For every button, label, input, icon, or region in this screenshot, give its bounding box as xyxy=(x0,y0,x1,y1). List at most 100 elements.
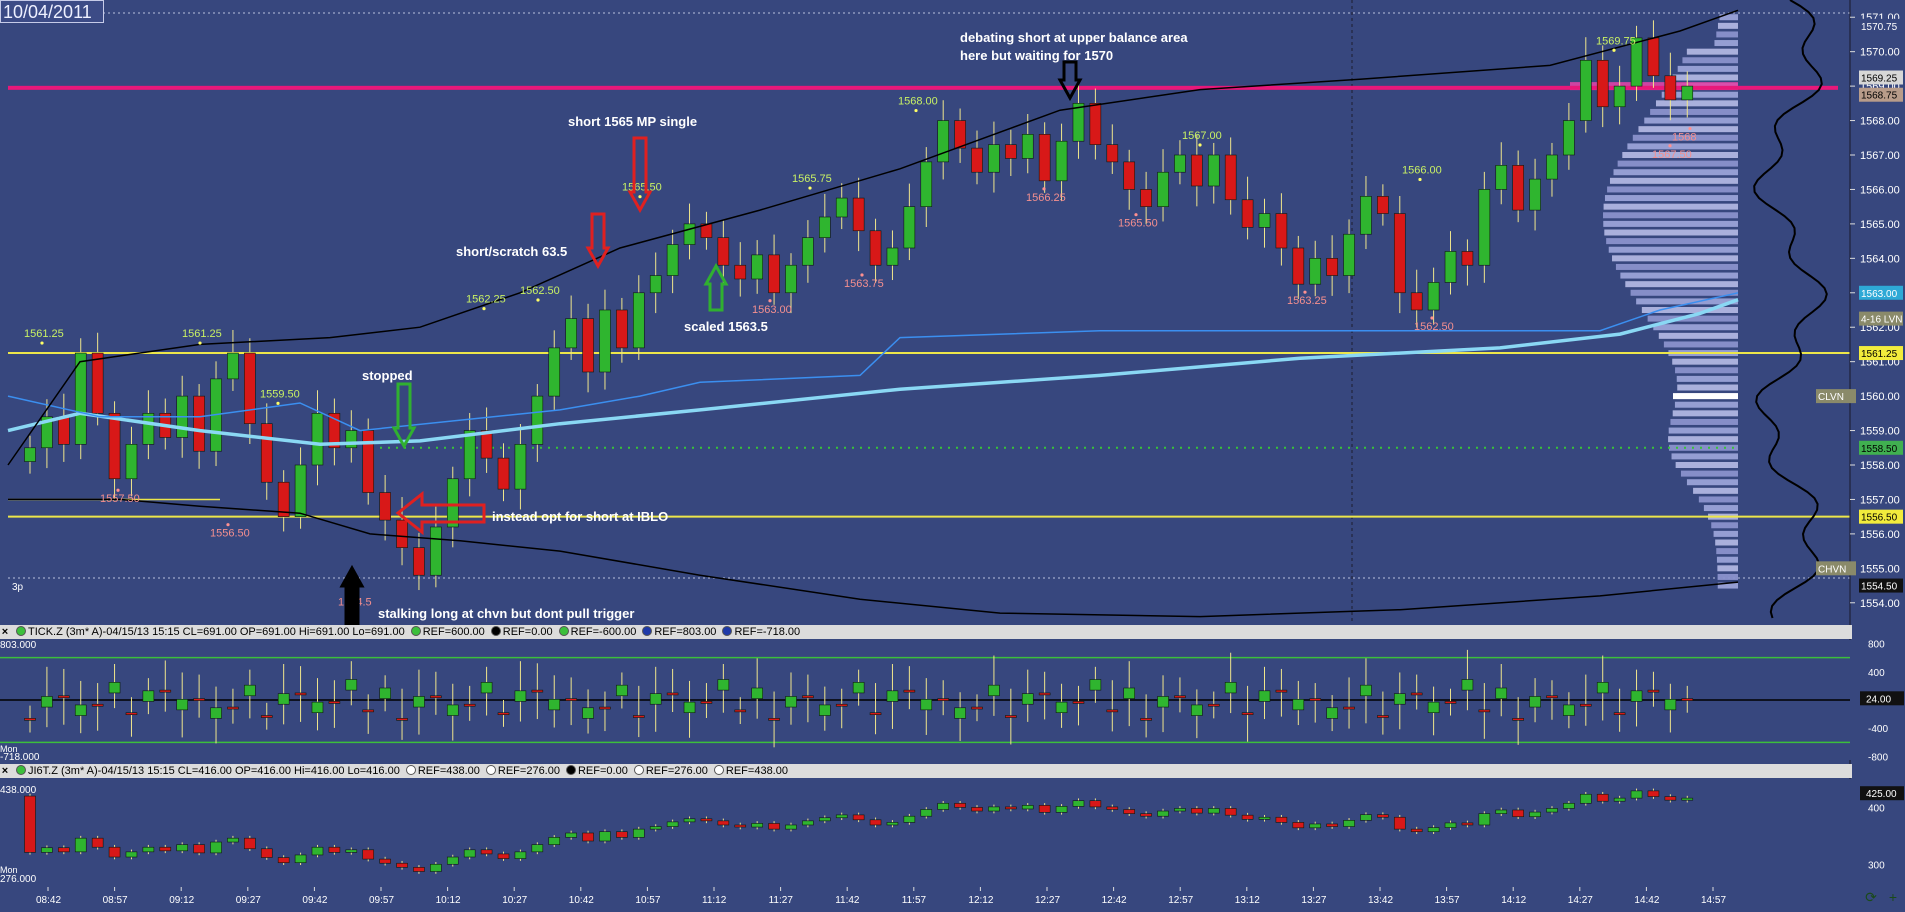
ji6t-candle xyxy=(1258,816,1271,820)
tick-candle xyxy=(1021,693,1034,705)
ji6t-candle xyxy=(108,846,121,858)
indicator-dot-icon xyxy=(16,626,26,636)
tick-candle xyxy=(1681,698,1694,701)
low-price-label: 1568 xyxy=(1672,132,1696,144)
tick-indicator-header[interactable]: × TICK.Z (3m* A)-04/15/13 15:15 CL=691.00… xyxy=(0,625,1852,639)
volume-profile-bar xyxy=(1606,238,1738,245)
candle-body xyxy=(683,223,696,245)
volume-profile-bar xyxy=(1677,384,1738,391)
time-axis-label: 13:57 xyxy=(1435,895,1460,906)
close-icon[interactable]: × xyxy=(0,625,10,639)
price-axis-label: 1565.00 xyxy=(1860,219,1900,231)
price-tag-label: 1561.25 xyxy=(1861,349,1898,360)
price-axis-label: 1555.00 xyxy=(1860,563,1900,575)
low-marker xyxy=(1042,187,1046,191)
high-marker xyxy=(914,108,918,113)
ji6t-candle xyxy=(852,814,865,821)
ji6t-candle xyxy=(531,844,544,853)
tick-candle xyxy=(1377,715,1389,718)
candle-body xyxy=(988,144,1000,173)
candle-body xyxy=(1207,154,1220,187)
ji6t-candle xyxy=(751,823,763,828)
ref-label: REF=438.00 xyxy=(417,765,480,777)
tick-axis-label: 400 xyxy=(1868,668,1885,679)
price-tag-label: 1568.75 xyxy=(1861,91,1898,102)
volume-profile-bar xyxy=(1672,410,1738,417)
volume-profile-bar xyxy=(1717,565,1738,572)
ref-label: REF=276.00 xyxy=(645,765,708,777)
tick-candle xyxy=(1360,684,1372,697)
time-axis-label: 11:42 xyxy=(835,895,860,906)
candle-body xyxy=(1326,258,1338,276)
ref-label: REF=-718.00 xyxy=(734,626,801,638)
candle-body xyxy=(1360,196,1372,235)
ji6t-candle xyxy=(1563,802,1575,809)
ji6t-candle xyxy=(1005,806,1017,810)
candle-body xyxy=(751,254,763,280)
time-axis-label: 14:57 xyxy=(1701,895,1726,906)
tick-top-value: 803.000 xyxy=(0,640,37,651)
volume-profile-bar xyxy=(1711,522,1738,529)
volume-profile-bar xyxy=(1668,427,1738,434)
candle-body xyxy=(193,395,205,452)
price-axis-label: 1554.00 xyxy=(1860,598,1900,610)
candle-body xyxy=(1529,178,1541,211)
ji6t-candle xyxy=(1630,790,1643,799)
ji6t-candle xyxy=(142,846,155,853)
candle-body xyxy=(24,447,36,462)
volume-profile-bar xyxy=(1620,272,1738,279)
low-marker xyxy=(1668,144,1672,148)
candle-body xyxy=(649,275,662,294)
tick-candle xyxy=(1546,695,1558,699)
ref-dot-icon xyxy=(722,626,733,636)
ji6t-candle xyxy=(683,818,696,823)
ji6t-candle xyxy=(277,857,290,864)
tick-candle xyxy=(1072,701,1085,704)
time-axis-label: 09:27 xyxy=(236,895,261,906)
price-tag-label: 1570.75 xyxy=(1861,22,1898,33)
zoom-in-icon[interactable]: + xyxy=(1885,889,1901,905)
tick-candle xyxy=(58,695,70,699)
refresh-icon[interactable]: ⟳ xyxy=(1863,889,1879,905)
ji6t-indicator-header[interactable]: × JI6T.Z (3m* A)-04/15/13 15:15 CL=416.00… xyxy=(0,764,1852,778)
close-icon[interactable]: × xyxy=(0,764,10,778)
time-axis-label: 11:12 xyxy=(702,895,727,906)
candle-body xyxy=(903,206,916,249)
time-axis xyxy=(0,887,1905,907)
volume-profile-bar xyxy=(1675,462,1738,468)
tick-candle xyxy=(1106,709,1119,713)
tick-candle xyxy=(446,704,459,716)
low-marker xyxy=(860,273,864,277)
volume-profile-bar xyxy=(1650,108,1738,115)
ji6t-candle xyxy=(1664,796,1677,801)
ref-dot-icon xyxy=(713,765,724,775)
tick-candle xyxy=(1427,701,1440,714)
volume-profile-bar xyxy=(1682,57,1738,64)
ji6t-candle xyxy=(717,820,730,826)
ji6t-candle xyxy=(1478,813,1491,826)
tick-candle xyxy=(1191,704,1203,716)
indicator-dot-icon xyxy=(16,765,26,775)
tick-candle xyxy=(1580,703,1592,707)
high-price-label: 1561.25 xyxy=(24,328,64,340)
trading-chart-window: 1561.25 1561.25 1559.50 1562.25 1562.50 1565.… xyxy=(0,0,1905,907)
volume-profile-bar xyxy=(1719,14,1738,21)
tick-candle xyxy=(954,707,966,719)
ji6t-candle xyxy=(768,823,780,830)
ji6t-candle xyxy=(362,849,375,860)
tick-candle xyxy=(345,679,358,691)
volume-profile-bar xyxy=(1653,324,1738,331)
tick-candle xyxy=(666,692,679,696)
time-axis-label: 11:57 xyxy=(902,895,927,906)
high-marker xyxy=(536,298,540,302)
tick-candle xyxy=(599,706,611,710)
volume-profile-bar xyxy=(1703,505,1738,512)
magenta-level xyxy=(8,85,1838,90)
volume-profile-bar xyxy=(1658,332,1738,339)
volume-profile-bar xyxy=(1677,65,1738,72)
ji6t-candle xyxy=(413,867,425,872)
tick-candle xyxy=(1275,689,1288,693)
candle-body xyxy=(91,352,104,414)
ji6t-candle xyxy=(446,856,459,865)
candle-body xyxy=(802,237,814,266)
